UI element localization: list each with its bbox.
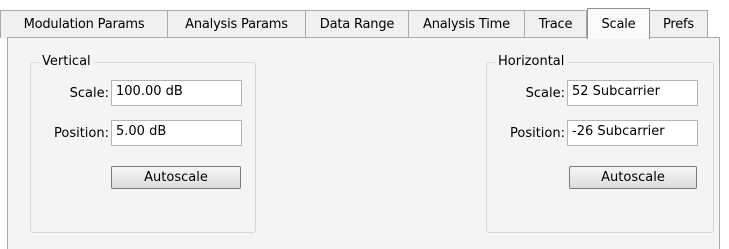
- tab-prefs[interactable]: Prefs: [649, 10, 708, 38]
- tab-analysis-params[interactable]: Analysis Params: [167, 10, 306, 38]
- vertical-group: Vertical Scale: 100.00 dB Position: 5.00…: [30, 54, 256, 233]
- horizontal-group-title: Horizontal: [495, 54, 568, 69]
- horizontal-scale-label: Scale:: [525, 86, 565, 101]
- scale-tab-page: Vertical Scale: 100.00 dB Position: 5.00…: [7, 37, 720, 249]
- vertical-scale-field[interactable]: 100.00 dB: [111, 80, 242, 106]
- horizontal-position-label: Position:: [510, 126, 565, 141]
- horizontal-scale-field[interactable]: 52 Subcarrier: [567, 80, 698, 106]
- tab-modulation-params[interactable]: Modulation Params: [0, 10, 168, 38]
- tab-data-range[interactable]: Data Range: [305, 10, 409, 38]
- tab-scale[interactable]: Scale: [587, 8, 650, 39]
- vertical-position-label: Position:: [54, 126, 109, 141]
- tab-analysis-time[interactable]: Analysis Time: [408, 10, 525, 38]
- tab-strip: Modulation Params Analysis Params Data R…: [0, 8, 729, 39]
- horizontal-autoscale-button[interactable]: Autoscale: [569, 166, 697, 189]
- vertical-position-field[interactable]: 5.00 dB: [111, 120, 242, 146]
- tab-trace[interactable]: Trace: [524, 10, 587, 38]
- horizontal-position-field[interactable]: -26 Subcarrier: [567, 120, 698, 146]
- vertical-scale-label: Scale:: [69, 86, 109, 101]
- scale-settings-panel: Modulation Params Analysis Params Data R…: [0, 0, 729, 249]
- horizontal-group: Horizontal Scale: 52 Subcarrier Position…: [486, 54, 714, 233]
- vertical-autoscale-button[interactable]: Autoscale: [111, 166, 241, 189]
- vertical-group-title: Vertical: [39, 54, 94, 69]
